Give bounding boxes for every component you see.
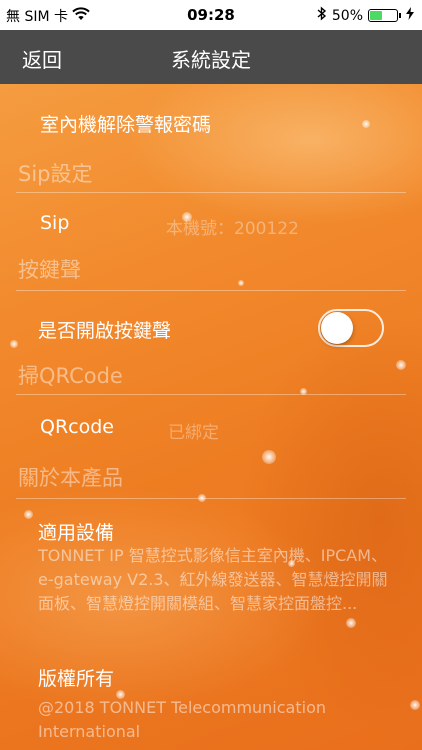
page-title: 系統設定 xyxy=(171,48,251,72)
bluetooth-icon xyxy=(317,6,327,25)
key-sound-toggle[interactable] xyxy=(318,309,384,347)
toggle-knob xyxy=(321,312,353,344)
qrcode-label[interactable]: QRcode xyxy=(40,416,114,438)
battery-cap xyxy=(399,13,401,18)
status-bar: 無 SIM 卡 09:28 50% xyxy=(0,0,422,30)
battery-fill xyxy=(370,11,382,20)
qrcode-value: 已綁定 xyxy=(168,423,219,443)
section-header-about: 關於本產品 xyxy=(18,466,123,490)
divider xyxy=(16,394,406,395)
back-button[interactable]: 返回 xyxy=(22,44,62,73)
divider xyxy=(16,192,406,193)
settings-list: 室內機解除警報密碼 Sip設定 Sip 本機號：200122 按鍵聲 是否開啟按… xyxy=(0,84,422,750)
divider xyxy=(16,290,406,291)
charging-icon xyxy=(406,7,414,24)
device-description: TONNET IP 智慧控式影像信主室內機、IPCAM、e-gateway V2… xyxy=(38,546,388,613)
device-label: 適用設備 xyxy=(38,522,115,544)
status-right: 50% xyxy=(317,6,414,25)
sip-label[interactable]: Sip xyxy=(40,212,69,234)
nav-bar: 返回 系統設定 xyxy=(0,30,422,84)
copyright-description: @2018 TONNET Telecommunication Internati… xyxy=(38,698,326,741)
divider xyxy=(16,498,406,499)
battery-icon xyxy=(368,9,398,22)
battery-percent: 50% xyxy=(331,7,363,24)
section-header-sip: Sip設定 xyxy=(18,162,93,186)
section-header-qrcode: 掃QRCode xyxy=(18,364,123,388)
key-sound-label: 是否開啟按鍵聲 xyxy=(38,320,172,342)
alarm-password-row[interactable]: 室內機解除警報密碼 xyxy=(40,110,211,137)
sip-value: 本機號：200122 xyxy=(166,219,299,239)
section-header-key-sound: 按鍵聲 xyxy=(18,258,81,282)
copyright-label: 版權所有 xyxy=(38,668,115,690)
